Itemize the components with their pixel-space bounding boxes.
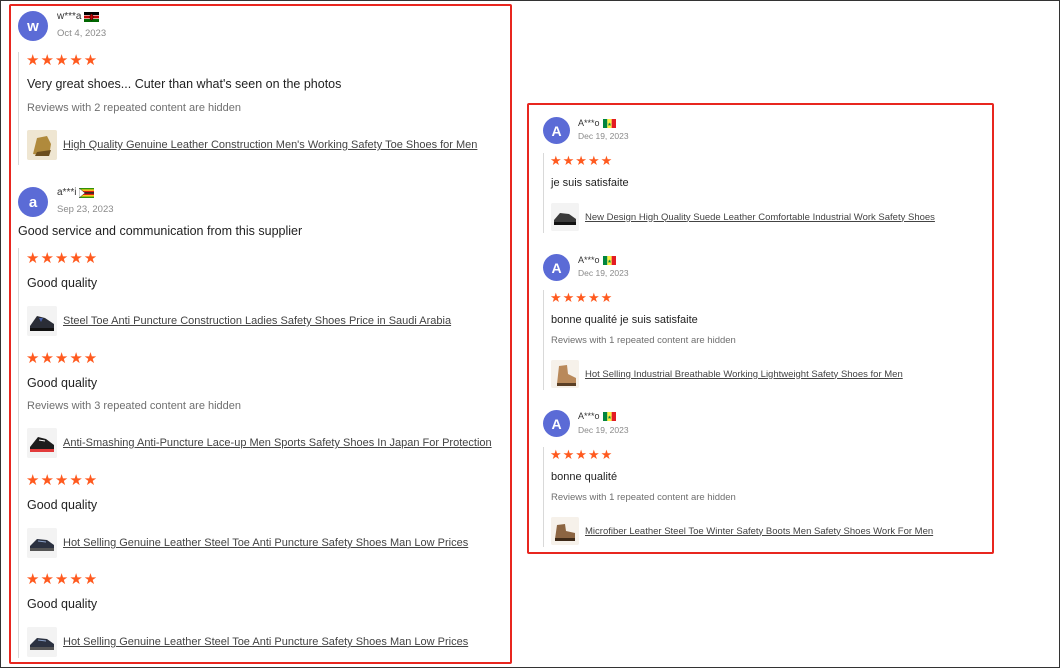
senegal-flag-icon: ★ — [602, 411, 616, 421]
hidden-reviews-note[interactable]: Reviews with 1 repeated content are hidd… — [551, 335, 736, 346]
review-text: Good quality — [27, 498, 98, 512]
avatar: A — [543, 117, 570, 144]
thread-line — [543, 290, 544, 390]
product-thumbnail[interactable] — [551, 203, 579, 231]
svg-text:★: ★ — [607, 258, 612, 264]
product-thumbnail[interactable] — [27, 627, 57, 657]
product-link-row[interactable]: Hot Selling Genuine Leather Steel Toe An… — [27, 627, 468, 657]
review-text: je suis satisfaite — [551, 177, 629, 189]
star-rating: ★★★★★ — [26, 571, 99, 588]
avatar: A — [543, 410, 570, 437]
right-highlight-box — [527, 103, 994, 554]
svg-text:★: ★ — [607, 414, 612, 420]
avatar: a — [18, 187, 48, 217]
product-link[interactable]: Anti-Smashing Anti-Puncture Lace-up Men … — [63, 437, 492, 449]
avatar: w — [18, 11, 48, 41]
star-rating: ★★★★★ — [26, 350, 99, 367]
product-thumbnail[interactable] — [27, 428, 57, 458]
hidden-reviews-note[interactable]: Reviews with 3 repeated content are hidd… — [27, 400, 241, 412]
product-link[interactable]: Microfiber Leather Steel Toe Winter Safe… — [585, 526, 933, 537]
product-thumbnail[interactable] — [551, 517, 579, 545]
reviewer-name: A***o ★ — [578, 411, 616, 421]
supplier-comment: Good service and communication from this… — [18, 224, 303, 238]
reviewer-name-text: A***o — [578, 411, 600, 421]
product-link[interactable]: New Design High Quality Suede Leather Co… — [585, 212, 935, 223]
star-rating: ★★★★★ — [550, 290, 614, 305]
review-date: Dec 19, 2023 — [578, 425, 629, 435]
review-date: Sep 23, 2023 — [57, 204, 114, 215]
review-text: Very great shoes... Cuter than what's se… — [27, 77, 342, 91]
reviewer-name-text: A***o — [578, 255, 600, 265]
reviewer-name: A***o ★ — [578, 255, 616, 265]
reviewer-name: A***o ★ — [578, 118, 616, 128]
product-link[interactable]: High Quality Genuine Leather Constructio… — [63, 139, 477, 151]
review-text: Good quality — [27, 597, 98, 611]
product-link-row[interactable]: Hot Selling Industrial Breathable Workin… — [551, 360, 903, 388]
reviewer-name-text: w***a — [57, 11, 82, 22]
star-rating: ★★★★★ — [26, 250, 99, 267]
zimbabwe-flag-icon — [79, 187, 95, 198]
product-thumbnail[interactable] — [27, 528, 57, 558]
senegal-flag-icon: ★ — [602, 118, 616, 128]
thread-line — [543, 447, 544, 547]
product-thumbnail[interactable] — [551, 360, 579, 388]
review-text: bonne qualité je suis satisfaite — [551, 314, 698, 326]
thread-line — [18, 52, 19, 165]
svg-text:★: ★ — [607, 121, 612, 127]
product-thumbnail[interactable] — [27, 130, 57, 160]
star-rating: ★★★★★ — [550, 447, 614, 462]
product-link-row[interactable]: Anti-Smashing Anti-Puncture Lace-up Men … — [27, 428, 492, 458]
reviewer-name-text: A***o — [578, 118, 600, 128]
product-link[interactable]: Steel Toe Anti Puncture Construction Lad… — [63, 315, 451, 327]
product-thumbnail[interactable] — [27, 306, 57, 336]
kenya-flag-icon — [84, 11, 100, 22]
thread-line — [18, 248, 19, 658]
reviewer-name: w***a — [57, 11, 100, 22]
hidden-reviews-note[interactable]: Reviews with 2 repeated content are hidd… — [27, 102, 241, 114]
review-text: Good quality — [27, 376, 98, 390]
product-link-row[interactable]: Steel Toe Anti Puncture Construction Lad… — [27, 306, 451, 336]
product-link[interactable]: Hot Selling Genuine Leather Steel Toe An… — [63, 636, 468, 648]
star-rating: ★★★★★ — [550, 153, 614, 168]
product-link[interactable]: Hot Selling Genuine Leather Steel Toe An… — [63, 537, 468, 549]
review-text: Good quality — [27, 276, 98, 290]
senegal-flag-icon: ★ — [602, 255, 616, 265]
reviewer-name-text: a***i — [57, 187, 77, 198]
review-text: bonne qualité — [551, 471, 618, 483]
review-date: Dec 19, 2023 — [578, 268, 629, 278]
product-link[interactable]: Hot Selling Industrial Breathable Workin… — [585, 369, 903, 380]
hidden-reviews-note[interactable]: Reviews with 1 repeated content are hidd… — [551, 492, 736, 503]
thread-line — [543, 153, 544, 233]
review-date: Dec 19, 2023 — [578, 131, 629, 141]
product-link-row[interactable]: New Design High Quality Suede Leather Co… — [551, 203, 935, 231]
product-link-row[interactable]: High Quality Genuine Leather Constructio… — [27, 130, 477, 160]
product-link-row[interactable]: Hot Selling Genuine Leather Steel Toe An… — [27, 528, 468, 558]
star-rating: ★★★★★ — [26, 52, 99, 69]
avatar: A — [543, 254, 570, 281]
review-date: Oct 4, 2023 — [57, 28, 107, 39]
product-link-row[interactable]: Microfiber Leather Steel Toe Winter Safe… — [551, 517, 933, 545]
star-rating: ★★★★★ — [26, 472, 99, 489]
reviewer-name: a***i — [57, 187, 95, 198]
